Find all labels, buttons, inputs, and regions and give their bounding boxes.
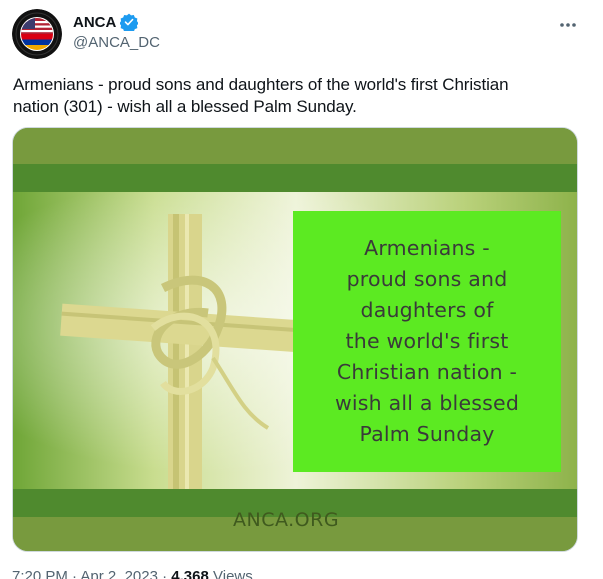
avatar[interactable]: [12, 9, 62, 59]
banner-line: wish all a blessed: [334, 391, 520, 415]
anca-logo-avatar-icon: [12, 9, 62, 59]
palm-sunday-banner: Armenians - proud sons and daughters of …: [293, 211, 561, 472]
tweet: ANCA @ANCA_DC Armenians - proud sons and…: [0, 0, 603, 579]
banner-line: Armenians -: [364, 236, 490, 260]
author-handle[interactable]: @ANCA_DC: [73, 34, 160, 51]
meta-separator: ·: [162, 568, 168, 579]
display-name[interactable]: ANCA: [73, 14, 116, 31]
tweet-media-image[interactable]: Armenians - proud sons and daughters of …: [12, 127, 578, 552]
banner-line: daughters of: [360, 298, 494, 322]
tweet-meta: 7:20 PM · Apr 2, 2023 · 4,368 Views: [12, 568, 253, 579]
tweet-text: Armenians - proud sons and daughters of …: [13, 74, 573, 118]
banner-line: Christian nation -: [336, 360, 518, 384]
more-options-icon[interactable]: [557, 14, 579, 36]
tweet-date[interactable]: Apr 2, 2023: [80, 568, 158, 579]
tweet-text-line-1: Armenians - proud sons and daughters of …: [13, 75, 509, 94]
meta-separator: ·: [72, 568, 78, 579]
author-name-row[interactable]: ANCA: [73, 13, 139, 33]
views-label: Views: [213, 568, 253, 579]
tweet-time[interactable]: 7:20 PM: [12, 568, 68, 579]
tweet-text-line-2: nation (301) - wish all a blessed Palm S…: [13, 97, 357, 116]
verified-badge-icon: [119, 13, 139, 33]
site-watermark: ANCA.ORG: [233, 509, 340, 531]
banner-line: Palm Sunday: [359, 422, 495, 446]
banner-line: proud sons and: [346, 267, 508, 291]
banner-line: the world's first: [345, 329, 509, 353]
views-count: 4,368: [171, 568, 209, 579]
